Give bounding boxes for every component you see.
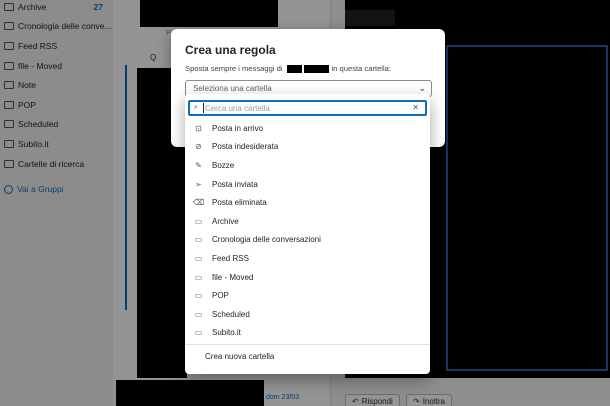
option-label: Feed RSS — [212, 253, 249, 263]
divider — [185, 344, 430, 345]
folder-icon: ▭ — [194, 328, 203, 338]
dialog-title: Crea una regola — [185, 43, 276, 57]
option-posta-inviata[interactable]: ➢ Posta inviata — [185, 175, 430, 194]
archive-icon: ▭ — [194, 216, 203, 226]
chevron-down-icon: ⌄ — [418, 83, 426, 93]
option-file-moved[interactable]: ▭ file - Moved — [185, 268, 430, 287]
create-new-folder-button[interactable]: Crea nuova cartella — [205, 352, 274, 361]
option-scheduled[interactable]: ▭ Scheduled — [185, 305, 430, 324]
option-feed-rss[interactable]: ▭ Feed RSS — [185, 249, 430, 268]
option-posta-eliminata[interactable]: ⌫ Posta eliminata — [185, 193, 430, 212]
redacted-sender — [303, 64, 329, 73]
folder-options: ⊡ Posta in arrivo ⊘ Posta indesiderata ✎… — [185, 119, 430, 342]
trash-icon: ⌫ — [192, 198, 205, 208]
inbox-icon: ⊡ — [195, 123, 202, 133]
folder-icon: ▭ — [194, 309, 203, 319]
option-cronologia[interactable]: ▭ Cronologia delle conversazioni — [185, 231, 430, 250]
folder-dropdown: ⌕ Cerca una cartella ✕ ⊡ Posta in arrivo… — [185, 94, 430, 374]
option-label: Posta indesiderata — [212, 142, 279, 152]
folder-select-placeholder: Seleziona una cartella — [193, 84, 272, 93]
option-archive[interactable]: ▭ Archive — [185, 212, 430, 231]
option-label: POP — [212, 291, 229, 301]
search-icon: ⌕ — [194, 104, 198, 111]
search-placeholder: Cerca una cartella — [204, 103, 270, 113]
junk-icon: ⊘ — [195, 142, 202, 152]
option-label: Subito.it — [212, 328, 241, 338]
option-posta-indesiderata[interactable]: ⊘ Posta indesiderata — [185, 138, 430, 157]
option-pop[interactable]: ▭ POP — [185, 286, 430, 305]
folder-icon: ▭ — [194, 235, 203, 245]
option-label: Posta inviata — [212, 179, 258, 189]
option-posta-in-arrivo[interactable]: ⊡ Posta in arrivo — [185, 119, 430, 138]
drafts-icon: ✎ — [195, 160, 202, 170]
sent-icon: ➢ — [195, 179, 202, 189]
folder-icon: ▭ — [194, 253, 203, 263]
option-label: Scheduled — [212, 309, 250, 319]
option-label: Cronologia delle conversazioni — [212, 235, 321, 245]
folder-icon: ▭ — [194, 272, 203, 282]
option-label: Bozze — [212, 160, 235, 170]
redacted-sender — [286, 64, 302, 73]
option-label: Posta eliminata — [212, 198, 267, 208]
description-text-before: Sposta sempre i messaggi di — [185, 64, 283, 73]
option-label: file - Moved — [212, 272, 254, 282]
option-label: Archive — [212, 216, 239, 226]
dialog-description: Sposta sempre i messaggi di in questa ca… — [185, 64, 391, 73]
folder-icon: ▭ — [194, 291, 203, 301]
option-subito[interactable]: ▭ Subito.it — [185, 324, 430, 343]
option-label: Posta in arrivo — [212, 123, 264, 133]
text-caret — [202, 103, 204, 113]
clear-icon[interactable]: ✕ — [412, 103, 419, 112]
folder-search-input[interactable]: ⌕ Cerca una cartella ✕ — [188, 100, 427, 116]
option-bozze[interactable]: ✎ Bozze — [185, 156, 430, 175]
description-text-after: in questa cartella: — [331, 64, 392, 73]
